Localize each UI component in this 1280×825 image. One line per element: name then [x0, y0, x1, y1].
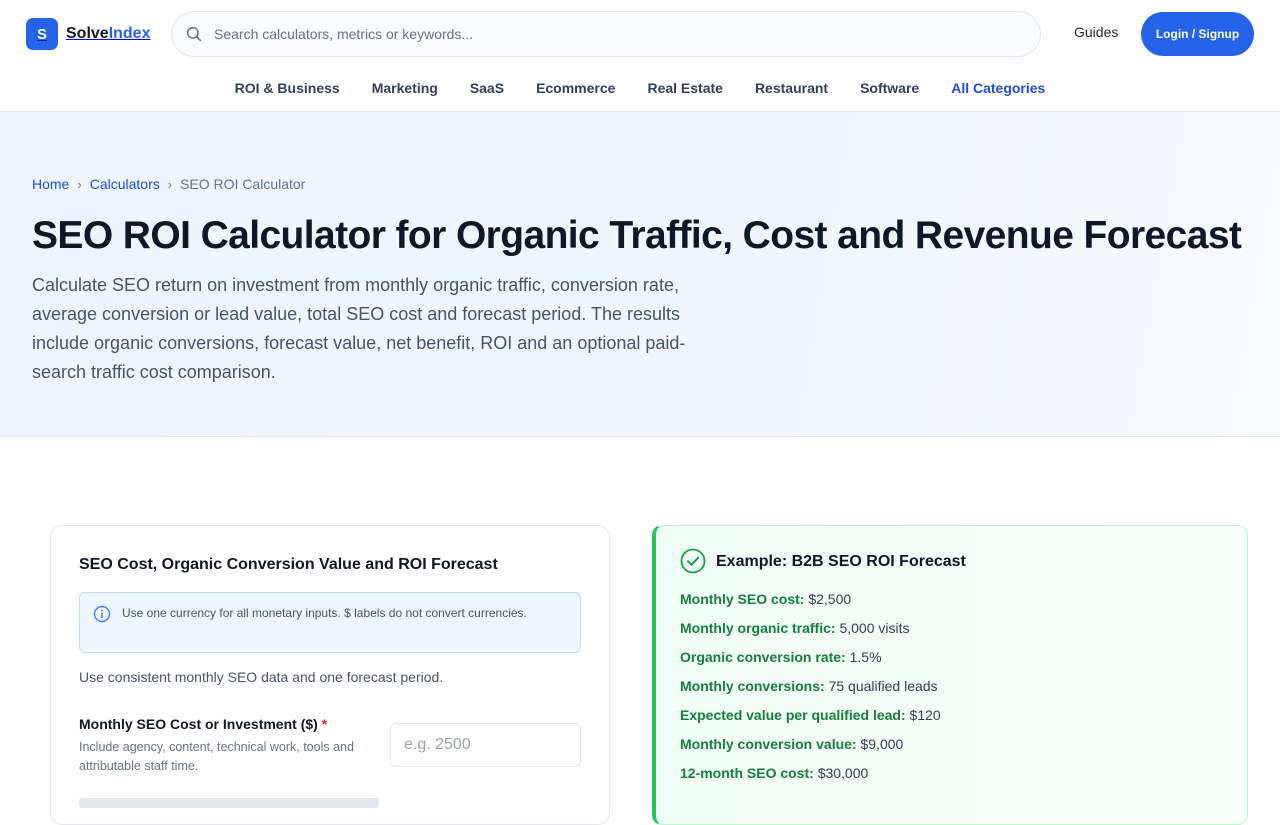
breadcrumb-separator: › — [167, 176, 173, 192]
required-mark: * — [321, 716, 328, 732]
page-description: Calculate SEO return on investment from … — [32, 275, 686, 382]
logo-mark: S — [26, 18, 58, 50]
example-card: Example: B2B SEO ROI Forecast Monthly SE… — [652, 525, 1248, 825]
example-item-key: Monthly organic traffic: — [680, 620, 836, 636]
logo-text: SolveIndex — [66, 25, 150, 43]
example-item-key: Monthly SEO cost: — [680, 591, 805, 607]
nav-item-restaurant[interactable]: Restaurant — [755, 80, 828, 96]
example-item-value: $2,500 — [808, 591, 852, 607]
example-item-key: Organic conversion rate: — [680, 649, 846, 665]
hero-section: Home › Calculators › SEO ROI Calculator … — [0, 112, 1280, 437]
seo-cost-input[interactable] — [390, 723, 581, 767]
search-bar — [171, 11, 1041, 57]
example-item-value: 5,000 visits — [839, 620, 910, 636]
example-title: Example: B2B SEO ROI Forecast — [716, 553, 966, 570]
category-nav: ROI & Business Marketing SaaS Ecommerce … — [0, 80, 1280, 96]
page-title: SEO ROI Calculator for Organic Traffic, … — [32, 214, 1242, 257]
logo-text-part2: Index — [108, 25, 151, 42]
example-item: Monthly SEO cost: $2,500 — [680, 591, 941, 620]
example-item-key: Monthly conversion value: — [680, 736, 857, 752]
example-item: Monthly conversions: 75 qualified leads — [680, 678, 941, 707]
nav-item-marketing[interactable]: Marketing — [372, 80, 438, 96]
currency-note: Use one currency for all monetary inputs… — [79, 592, 581, 653]
example-item-key: Expected value per qualified lead: — [680, 707, 906, 723]
example-item: Monthly conversion value: $9,000 — [680, 736, 941, 765]
nav-item-real-estate[interactable]: Real Estate — [647, 80, 722, 96]
nav-item-ecommerce[interactable]: Ecommerce — [536, 80, 615, 96]
logo-text-part1: Solve — [66, 25, 109, 42]
seo-cost-label: Monthly SEO Cost or Investment ($) * — [79, 716, 327, 732]
seo-cost-help: Include agency, content, technical work,… — [79, 740, 354, 773]
example-item-key: 12-month SEO cost: — [680, 765, 814, 781]
check-circle-icon — [680, 548, 706, 574]
calculator-form-card: SEO Cost, Organic Conversion Value and R… — [50, 525, 610, 825]
example-list: Monthly SEO cost: $2,500 Monthly organic… — [680, 591, 941, 794]
login-signup-button[interactable]: Login / Signup — [1141, 12, 1254, 56]
breadcrumb-home[interactable]: Home — [32, 176, 69, 192]
nav-item-software[interactable]: Software — [860, 80, 919, 96]
nav-item-all-categories[interactable]: All Categories — [951, 80, 1045, 96]
breadcrumb: Home › Calculators › SEO ROI Calculator — [32, 176, 305, 192]
example-item: Monthly organic traffic: 5,000 visits — [680, 620, 941, 649]
example-item: Expected value per qualified lead: $120 — [680, 707, 941, 736]
guides-link[interactable]: Guides — [1074, 24, 1118, 40]
breadcrumb-current: SEO ROI Calculator — [180, 176, 306, 192]
consistency-note: Use consistent monthly SEO data and one … — [79, 669, 444, 685]
breadcrumb-calculators[interactable]: Calculators — [90, 176, 160, 192]
example-item-key: Monthly conversions: — [680, 678, 825, 694]
example-item-value: 1.5% — [849, 649, 882, 665]
form-title: SEO Cost, Organic Conversion Value and R… — [79, 556, 498, 573]
seo-cost-label-text: Monthly SEO Cost or Investment ($) — [79, 716, 318, 732]
nav-item-roi-business[interactable]: ROI & Business — [235, 80, 340, 96]
currency-note-text: Use one currency for all monetary inputs… — [122, 606, 527, 620]
example-item: Organic conversion rate: 1.5% — [680, 649, 941, 678]
example-item-value: 75 qualified leads — [828, 678, 938, 694]
example-item-value: $30,000 — [817, 765, 869, 781]
info-icon — [93, 605, 111, 623]
example-item-value: $9,000 — [860, 736, 904, 752]
search-icon — [186, 26, 202, 42]
breadcrumb-separator: › — [77, 176, 82, 192]
example-item-value: $120 — [909, 707, 941, 723]
nav-item-saas[interactable]: SaaS — [470, 80, 504, 96]
example-item: 12-month SEO cost: $30,000 — [680, 765, 941, 794]
site-header: S SolveIndex Guides Login / Signup ROI &… — [0, 0, 1280, 112]
search-input[interactable] — [214, 12, 1014, 56]
site-logo[interactable]: S SolveIndex — [26, 18, 150, 50]
